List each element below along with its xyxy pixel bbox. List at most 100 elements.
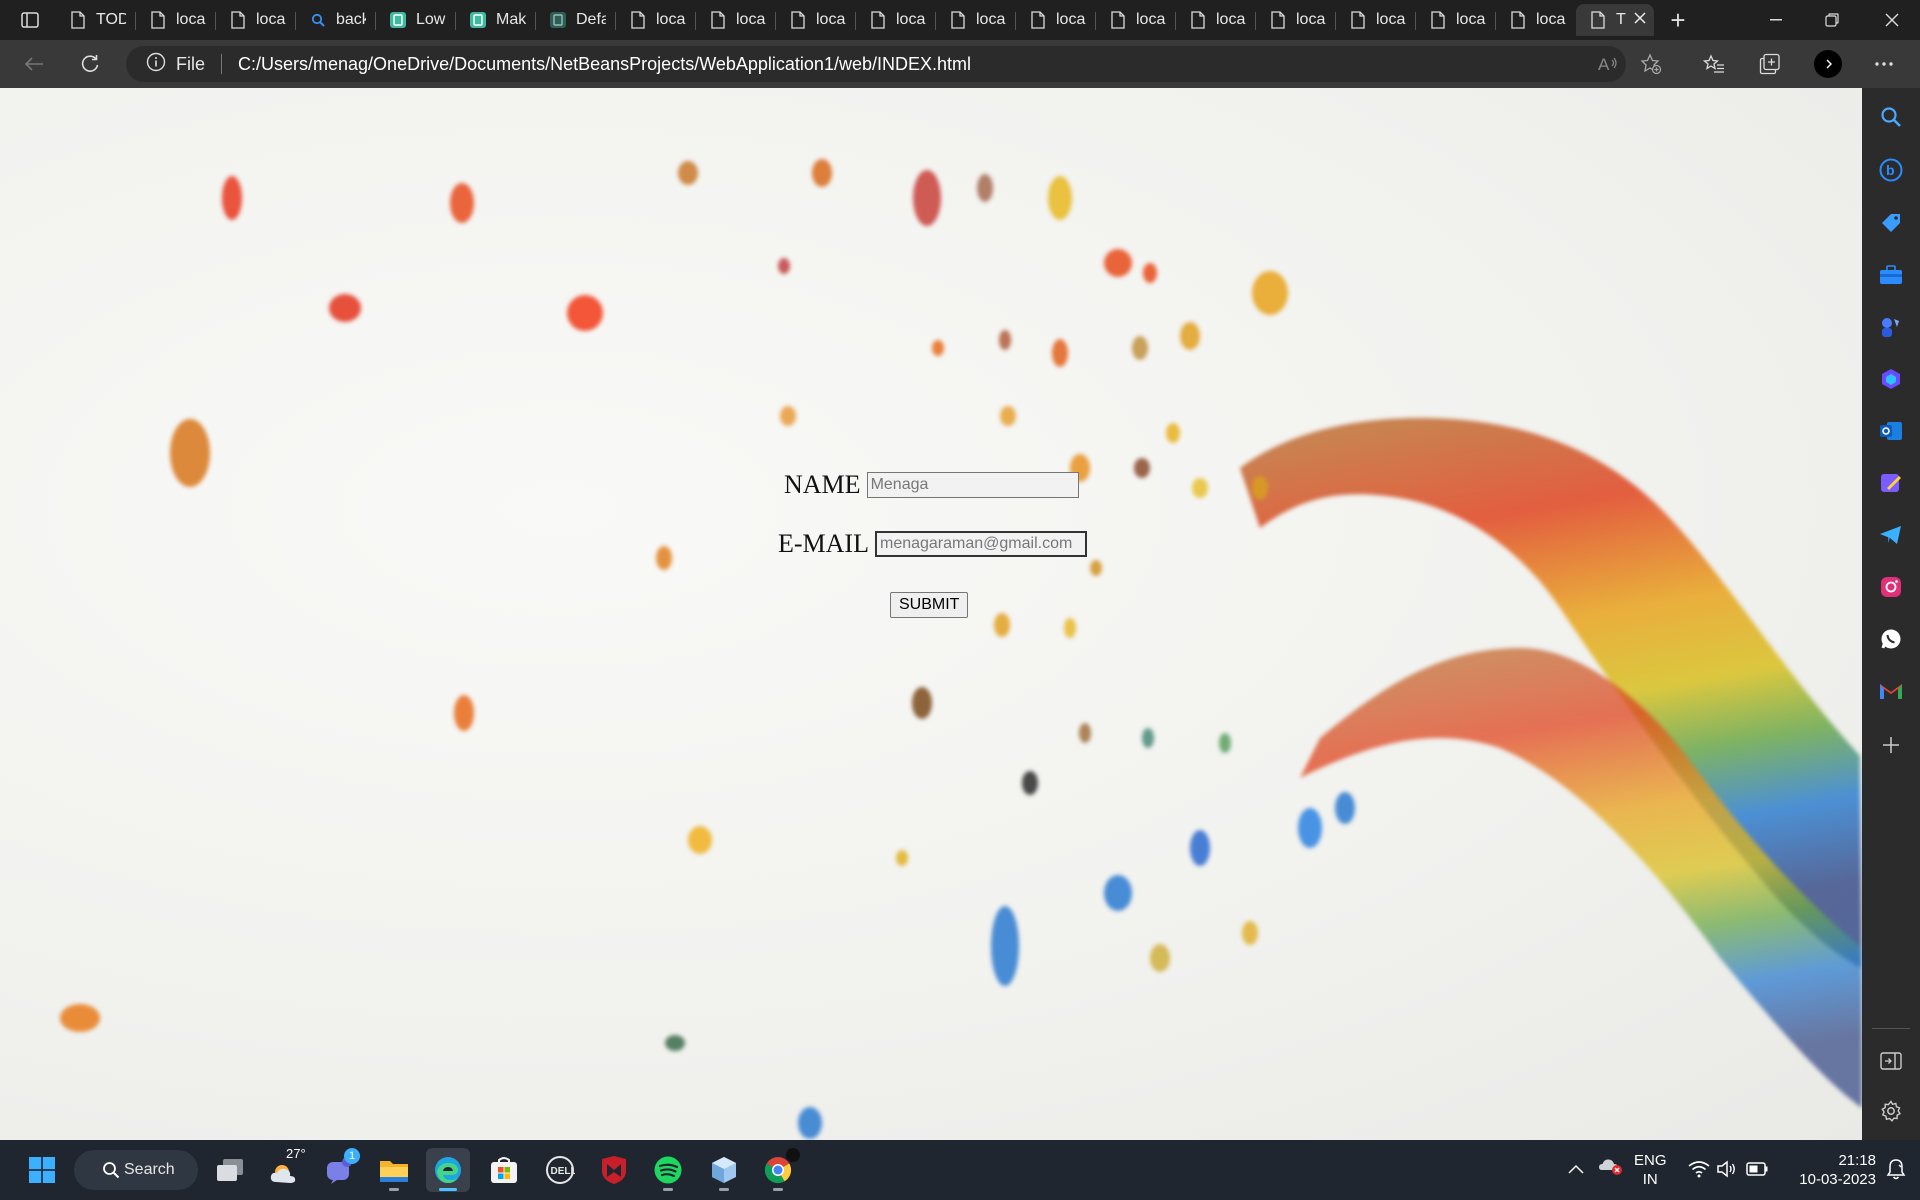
designer-icon[interactable] (1876, 468, 1906, 498)
taskbar-search[interactable]: Search (74, 1150, 198, 1190)
background-piece (454, 695, 474, 731)
background-piece (812, 159, 832, 187)
close-window-button[interactable] (1864, 0, 1920, 40)
new-tab-button[interactable]: + (1650, 0, 1706, 40)
active-window-indicator (439, 1188, 457, 1191)
hide-sidebar-icon[interactable] (1876, 1046, 1906, 1076)
tab[interactable]: localhost (1496, 4, 1574, 36)
clock[interactable]: 21:18 10-03-2023 (1788, 1151, 1876, 1189)
more-options-icon[interactable] (1864, 40, 1904, 88)
background-piece (912, 687, 932, 719)
dell-app-icon[interactable]: DELL (538, 1148, 582, 1192)
tab-label: localhost (1456, 11, 1486, 28)
show-hidden-icons-icon[interactable] (1568, 1160, 1584, 1179)
profile-avatar-icon[interactable] (1808, 40, 1848, 88)
instagram-icon[interactable] (1876, 572, 1906, 602)
language-line-2: IN (1642, 1171, 1658, 1188)
clock-date: 10-03-2023 (1799, 1171, 1876, 1188)
background-piece (567, 295, 603, 331)
add-sidebar-app-icon[interactable] (1876, 730, 1906, 760)
tab-label: T (1616, 11, 1626, 28)
email-input[interactable] (874, 531, 1087, 557)
background-piece (1166, 423, 1180, 443)
onedrive-error-icon[interactable] (1598, 1156, 1624, 1181)
spotify-icon[interactable] (646, 1148, 690, 1192)
tab[interactable]: Low (376, 4, 454, 36)
bing-chat-icon[interactable]: b (1876, 155, 1906, 185)
microsoft-store-icon[interactable] (482, 1148, 526, 1192)
microsoft365-icon[interactable] (1876, 364, 1906, 394)
info-icon[interactable] (146, 52, 166, 77)
battery-icon[interactable] (1746, 1162, 1768, 1181)
edge-browser-icon[interactable] (426, 1148, 470, 1192)
svg-text:A: A (1598, 55, 1610, 74)
notifications-bell-icon[interactable] (1886, 1158, 1906, 1185)
tab[interactable]: localhost (136, 4, 214, 36)
tab-label: localhost (736, 11, 766, 28)
tab[interactable]: Make (456, 4, 534, 36)
outlook-icon[interactable] (1876, 416, 1906, 446)
telegram-icon[interactable] (1876, 520, 1906, 550)
start-windows-icon[interactable] (20, 1148, 64, 1192)
tab[interactable]: Default (536, 4, 614, 36)
page-content: NAME E-MAIL SUBMIT (0, 88, 1862, 1140)
scheme-label: File (176, 53, 206, 74)
tab[interactable]: localhost (776, 4, 854, 36)
minimize-button[interactable] (1748, 0, 1804, 40)
shopping-tag-icon[interactable] (1876, 208, 1906, 238)
read-aloud-icon[interactable]: A (1588, 40, 1628, 88)
tab-label: Default (576, 11, 606, 28)
tab[interactable]: localhost (616, 4, 694, 36)
svg-text:DELL: DELL (551, 1166, 576, 1177)
name-row: NAME (784, 470, 1079, 500)
language-indicator[interactable]: ENG IN (1634, 1151, 1667, 1189)
tab[interactable]: TODO (56, 4, 134, 36)
tab[interactable]: background (296, 4, 374, 36)
tab[interactable]: localhost (936, 4, 1014, 36)
tab[interactable]: localhost (1176, 4, 1254, 36)
url-text[interactable]: C:/Users/menag/OneDrive/Documents/NetBea… (238, 54, 971, 75)
background-piece (1219, 733, 1231, 753)
background-piece (1064, 618, 1076, 638)
tab-actions-icon[interactable] (10, 0, 50, 40)
tab-active[interactable]: T (1576, 4, 1654, 36)
tab[interactable]: localhost (696, 4, 774, 36)
address-bar[interactable]: File C:/Users/menag/OneDrive/Documents/N… (126, 46, 1626, 82)
tab[interactable]: localhost (1336, 4, 1414, 36)
collections-icon[interactable] (1750, 40, 1790, 88)
submit-button[interactable]: SUBMIT (890, 592, 969, 618)
chrome-icon[interactable] (756, 1148, 800, 1192)
virtualbox-icon[interactable] (702, 1148, 746, 1192)
settings-gear-icon[interactable] (1876, 1096, 1906, 1126)
file-explorer-icon[interactable] (372, 1148, 416, 1192)
teams-chat-icon[interactable]: 1 (318, 1148, 362, 1192)
tab[interactable]: localhost (216, 4, 294, 36)
name-input[interactable] (866, 472, 1079, 498)
tab[interactable]: localhost (856, 4, 934, 36)
tab[interactable]: localhost (1016, 4, 1094, 36)
background-piece (329, 294, 361, 322)
games-icon[interactable] (1876, 312, 1906, 342)
document-icon (710, 11, 726, 29)
add-favorite-icon[interactable] (1631, 40, 1671, 88)
volume-icon[interactable] (1716, 1160, 1738, 1183)
weather-widget-icon[interactable]: 27° (264, 1146, 308, 1192)
tab[interactable]: localhost (1096, 4, 1174, 36)
gmail-icon[interactable] (1876, 676, 1906, 706)
search-icon (310, 11, 326, 29)
task-view-icon[interactable] (208, 1148, 252, 1192)
search-icon[interactable] (1876, 102, 1906, 132)
favorites-icon[interactable] (1694, 40, 1734, 88)
mcafee-icon[interactable] (592, 1148, 636, 1192)
whatsapp-icon[interactable] (1876, 624, 1906, 654)
wifi-icon[interactable] (1688, 1160, 1710, 1183)
tab[interactable]: localhost (1416, 4, 1494, 36)
document-icon (870, 11, 886, 29)
tools-briefcase-icon[interactable] (1876, 260, 1906, 290)
back-icon[interactable] (14, 40, 54, 88)
close-tab-icon[interactable] (1634, 11, 1646, 29)
refresh-icon[interactable] (70, 40, 110, 88)
restore-button[interactable] (1804, 0, 1860, 40)
tab[interactable]: localhost (1256, 4, 1334, 36)
tab-label: localhost (1296, 11, 1326, 28)
